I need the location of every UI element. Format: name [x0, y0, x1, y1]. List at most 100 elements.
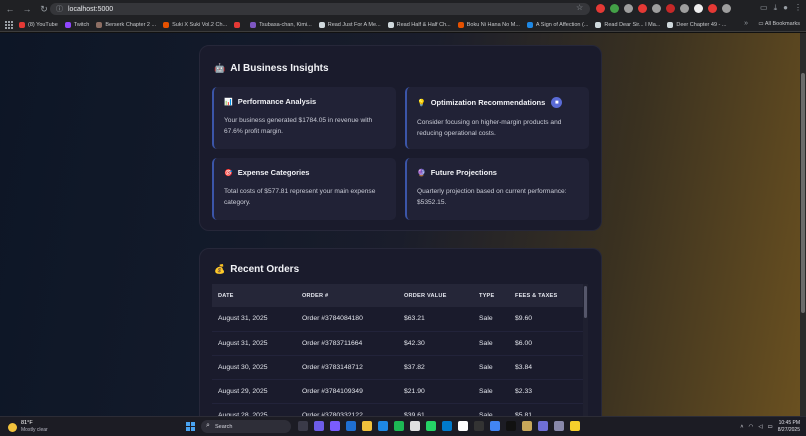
menu-kebab-icon[interactable]: ⋮: [794, 3, 802, 13]
extension-icon[interactable]: [638, 4, 647, 13]
cell-fees: $3.84: [509, 355, 586, 380]
page-scrollbar[interactable]: [800, 33, 806, 416]
insight-card-title: Optimization Recommendations: [430, 98, 546, 107]
extension-icon[interactable]: [666, 4, 675, 13]
extensions-puzzle-icon[interactable]: [722, 4, 731, 13]
extension-icon[interactable]: [694, 4, 703, 13]
app-icon[interactable]: [314, 421, 324, 431]
mail-icon[interactable]: [378, 421, 388, 431]
edge-icon[interactable]: [346, 421, 356, 431]
cell-fees: $6.00: [509, 331, 586, 356]
notes-icon[interactable]: [570, 421, 580, 431]
chevron-up-icon[interactable]: ˄: [740, 424, 743, 430]
bookmark-item[interactable]: A Sign of Affection (...: [526, 21, 588, 28]
chrome-icon[interactable]: [490, 421, 500, 431]
assistant-badge-icon[interactable]: ■: [551, 97, 563, 108]
cell-order: Order #3783711664: [296, 331, 398, 356]
bookmark-favicon: [318, 21, 325, 28]
app-icon[interactable]: [410, 421, 420, 431]
insight-card-text: Your business generated $1784.05 in reve…: [224, 117, 373, 135]
lightbulb-icon: 💡: [417, 99, 426, 107]
sidebar-icon[interactable]: ▭: [760, 3, 768, 13]
bookmark-item[interactable]: Twitch: [64, 21, 89, 28]
bookmark-favicon: [595, 21, 602, 28]
clock[interactable]: 10:45 PM 8/27/2025: [778, 420, 800, 434]
cell-date: August 28, 2025: [212, 403, 296, 416]
volume-icon[interactable]: ◁: [758, 424, 762, 430]
notion-icon[interactable]: [458, 421, 468, 431]
bookmark-item[interactable]: Read Just For A Me...: [318, 21, 381, 28]
insight-card-performance: 📊 Performance Analysis Your business gen…: [212, 87, 396, 149]
crystal-ball-icon: 🔮: [417, 169, 426, 177]
forward-icon[interactable]: →: [20, 2, 34, 16]
table-row[interactable]: August 29, 2025 Order #3784109349 $21.90…: [212, 379, 586, 404]
apps-grid-icon[interactable]: [5, 20, 13, 29]
all-bookmarks-button[interactable]: ▭ All Bookmarks: [758, 21, 800, 27]
bookmark-item[interactable]: [234, 21, 243, 28]
spotify-icon[interactable]: [394, 421, 404, 431]
whatsapp-icon[interactable]: [426, 421, 436, 431]
orders-table: DATE ORDER # ORDER VALUE TYPE FEES & TAX…: [212, 284, 586, 416]
taskbar-search[interactable]: ⌕ Search: [201, 420, 291, 433]
table-row[interactable]: August 30, 2025 Order #3783148712 $37.82…: [212, 355, 586, 380]
extension-icon[interactable]: [596, 4, 605, 13]
weather-moon-icon: [8, 422, 17, 432]
extension-icon[interactable]: [610, 4, 619, 13]
column-header-order[interactable]: ORDER #: [296, 284, 398, 307]
download-icon[interactable]: ⤓: [774, 3, 778, 13]
page-scroll-thumb[interactable]: [801, 73, 805, 313]
table-row[interactable]: August 31, 2025 Order #3783711664 $42.30…: [212, 331, 586, 356]
bookmark-item[interactable]: Deer Chapter 49 - ...: [667, 21, 726, 28]
extension-icon[interactable]: [708, 4, 717, 13]
cell-type: Sale: [473, 331, 509, 356]
app-icon[interactable]: [474, 421, 484, 431]
settings-icon[interactable]: [554, 421, 564, 431]
reload-icon[interactable]: ↻: [37, 2, 51, 16]
extensions-bar: [596, 4, 731, 13]
column-header-value[interactable]: ORDER VALUE: [398, 284, 473, 307]
insight-card-optimization: 💡 Optimization Recommendations ■ Conside…: [405, 87, 589, 149]
taskbar: 81°F Mostly clear ⌕ Search ˄ ◠ ◁ ▭ 10:45…: [0, 416, 806, 436]
profile-avatar[interactable]: ●: [783, 3, 788, 13]
bookmark-favicon: [250, 21, 257, 28]
extension-icon[interactable]: [624, 4, 633, 13]
weather-widget[interactable]: 81°F Mostly clear: [8, 420, 48, 434]
bookmark-item[interactable]: Read Half & Half Ch...: [387, 21, 451, 28]
cell-fees: $5.81: [509, 403, 586, 416]
task-view-icon[interactable]: [298, 421, 308, 431]
site-info-icon[interactable]: ⓘ: [56, 4, 63, 14]
insight-card-projections: 🔮 Future Projections Quarterly projectio…: [405, 158, 589, 220]
bookmark-item[interactable]: Tsubasa-chan, Kimi...: [250, 21, 312, 28]
battery-icon[interactable]: ▭: [768, 424, 773, 430]
app-icon[interactable]: [330, 421, 340, 431]
column-header-date[interactable]: DATE: [212, 284, 296, 307]
cell-date: August 31, 2025: [212, 331, 296, 356]
discord-icon[interactable]: [538, 421, 548, 431]
bookmark-item[interactable]: (8) YouTube: [19, 21, 58, 28]
terminal-icon[interactable]: [506, 421, 516, 431]
extension-icon[interactable]: [680, 4, 689, 13]
app-icon[interactable]: [522, 421, 532, 431]
start-icon[interactable]: [186, 422, 195, 431]
cell-type: Sale: [473, 307, 509, 332]
wifi-icon[interactable]: ◠: [749, 424, 754, 430]
table-scroll-thumb[interactable]: [584, 286, 587, 318]
bookmark-item[interactable]: Suki X Suki Vol.2 Ch...: [163, 21, 227, 28]
table-scrollbar[interactable]: [583, 284, 588, 416]
column-header-type[interactable]: TYPE: [473, 284, 509, 307]
robot-icon: 🤖: [214, 63, 226, 73]
bookmark-star-icon[interactable]: ☆: [576, 3, 583, 12]
table-row[interactable]: August 31, 2025 Order #3784084180 $63.21…: [212, 307, 586, 332]
bookmark-item[interactable]: Read Dear Sir... I Ma...: [595, 21, 660, 28]
table-row[interactable]: August 28, 2025 Order #3780332122 $39.61…: [212, 403, 586, 416]
back-icon[interactable]: ←: [3, 2, 17, 16]
extension-icon[interactable]: [652, 4, 661, 13]
vscode-icon[interactable]: [442, 421, 452, 431]
bookmark-item[interactable]: Boku Ni Hana No M...: [457, 21, 520, 28]
bookmark-item[interactable]: Berserk Chapter 2 ...: [96, 21, 156, 28]
chevron-right-icon[interactable]: »: [744, 20, 748, 27]
column-header-fees[interactable]: FEES & TAXES: [509, 284, 586, 307]
file-explorer-icon[interactable]: [362, 421, 372, 431]
address-bar[interactable]: ⓘ localhost:5000: [50, 3, 590, 15]
cell-value: $63.21: [398, 307, 473, 332]
